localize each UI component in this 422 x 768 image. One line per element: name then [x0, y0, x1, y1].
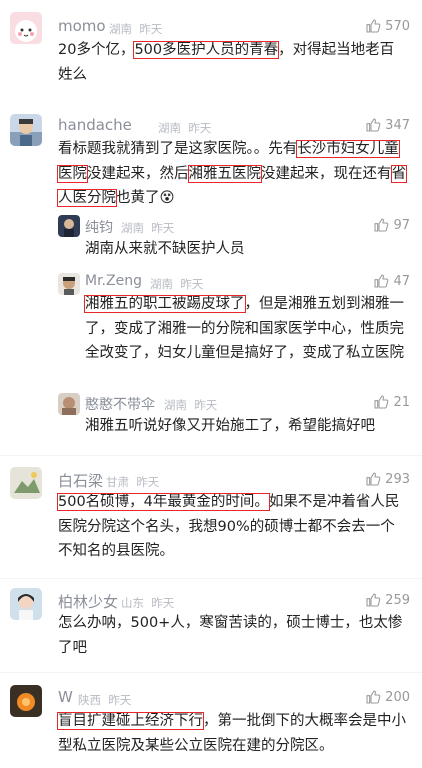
highlighted-text: 湘雅五的职工被踢皮球了	[84, 295, 246, 313]
comment-meta: 湖南 昨天	[121, 220, 174, 236]
like-button[interactable]: 347	[365, 117, 410, 133]
like-count: 200	[385, 689, 410, 705]
like-count: 47	[393, 273, 410, 289]
like-button[interactable]: 200	[365, 689, 410, 705]
comment-text: 看标题我就猜到了是这家医院。。先有长沙市妇女儿童医院没建起来，然后湘雅五医院没建…	[57, 137, 408, 211]
timestamp: 昨天	[151, 596, 175, 610]
username[interactable]: handache	[58, 116, 132, 134]
timestamp: 昨天	[180, 277, 204, 291]
like-button[interactable]: 570	[365, 18, 410, 34]
timestamp: 昨天	[139, 22, 163, 36]
comment-meta: 山东 昨天	[121, 595, 174, 611]
avatar[interactable]	[10, 114, 42, 146]
timestamp: 昨天	[136, 475, 160, 489]
thumbs-up-icon	[365, 471, 381, 487]
like-count: 259	[385, 592, 410, 608]
highlighted-text: 湘雅五医院	[187, 164, 262, 183]
text-segment: 20多个亿，	[58, 42, 135, 58]
avatar[interactable]	[58, 273, 80, 295]
like-button[interactable]: 259	[365, 592, 410, 608]
comment-meta: 湖南 昨天	[109, 21, 162, 37]
like-button[interactable]: 21	[373, 394, 410, 410]
divider	[0, 578, 422, 579]
like-button[interactable]: 97	[373, 217, 410, 233]
highlighted-text: 盲目扩建碰上经济下行	[57, 712, 204, 730]
divider	[0, 672, 422, 673]
like-count: 21	[393, 394, 410, 410]
location: 山东	[121, 596, 144, 610]
location: 湖南	[158, 121, 181, 135]
thumbs-up-icon	[365, 18, 381, 34]
timestamp: 昨天	[108, 693, 132, 707]
comment-text: 怎么办呐，500+人，寒窗苦读的，硕士博士，也太惨了吧	[58, 615, 403, 656]
comment-item: momo 湖南 昨天 570 20多个亿，500多医护人员的青春，对得起当地老百…	[0, 0, 422, 100]
location: 甘肃	[106, 475, 129, 489]
text-segment: 没建起来，然后	[87, 165, 189, 182]
like-button[interactable]: 293	[365, 471, 410, 487]
highlighted-text: 500名硕博，4年最黄金的时间。	[57, 493, 270, 511]
comment-text: 湘雅五的职工被踢皮球了，但是湘雅五划到湘雅一了，变成了湘雅一的分院和国家医学中心…	[84, 292, 410, 366]
thumbs-up-icon	[373, 273, 389, 289]
comment-text: 500名硕博，4年最黄金的时间。如果不是冲着省人民医院分院这个名头，我想90%的…	[57, 490, 408, 564]
comment-meta: 陕西 昨天	[78, 692, 131, 708]
avatar[interactable]	[58, 215, 80, 237]
username[interactable]: 纯钧	[85, 217, 113, 237]
location: 湖南	[164, 398, 187, 412]
thumbs-up-icon	[365, 592, 381, 608]
location: 陕西	[78, 693, 101, 707]
location: 湖南	[109, 22, 132, 36]
text-segment: 看标题我就猜到了是这家医院。。先有	[58, 141, 298, 157]
highlighted-text: 500多医护人员的青春	[133, 41, 280, 59]
like-count: 293	[385, 471, 410, 487]
like-count: 347	[385, 117, 410, 133]
comment-text: 20多个亿，500多医护人员的青春，对得起当地老百姓么	[58, 38, 408, 87]
username[interactable]: momo	[58, 17, 106, 35]
avatar[interactable]	[10, 685, 42, 717]
comment-text: 盲目扩建碰上经济下行，第一批倒下的大概率会是中小型私立医院及某些公立医院在建的分…	[57, 709, 408, 758]
thumbs-up-icon	[373, 394, 389, 410]
like-count: 570	[385, 18, 410, 34]
username[interactable]: 白石梁	[58, 470, 103, 491]
location: 湖南	[121, 221, 144, 235]
username[interactable]: 憨憨不带伞	[85, 394, 155, 414]
location: 湖南	[150, 277, 173, 291]
thumbs-up-icon	[373, 217, 389, 233]
comment-meta: 湖南 昨天	[164, 397, 217, 413]
text-segment: 也黄了😵	[116, 190, 175, 206]
divider	[0, 455, 422, 456]
comment-text: 湘雅五听说好像又开始施工了，希望能搞好吧	[85, 418, 375, 434]
timestamp: 昨天	[188, 121, 212, 135]
comment-text: 湖南从来就不缺医护人员	[85, 241, 245, 257]
text-segment: 没建起来，现在还有	[261, 165, 392, 182]
timestamp: 昨天	[151, 221, 175, 235]
avatar[interactable]	[58, 393, 80, 415]
avatar[interactable]	[10, 467, 42, 499]
timestamp: 昨天	[194, 398, 218, 412]
username[interactable]: Mr.Zeng	[85, 273, 142, 289]
thumbs-up-icon	[365, 689, 381, 705]
comment-meta: 湖南 昨天	[158, 120, 211, 136]
username[interactable]: W	[58, 688, 73, 706]
like-count: 97	[393, 217, 410, 233]
comment-meta: 甘肃 昨天	[106, 474, 159, 490]
comment-meta: 湖南 昨天	[150, 276, 203, 292]
username[interactable]: 柏林少女	[58, 591, 118, 612]
avatar[interactable]	[10, 12, 42, 44]
like-button[interactable]: 47	[373, 273, 410, 289]
avatar[interactable]	[10, 588, 42, 620]
thumbs-up-icon	[365, 117, 381, 133]
